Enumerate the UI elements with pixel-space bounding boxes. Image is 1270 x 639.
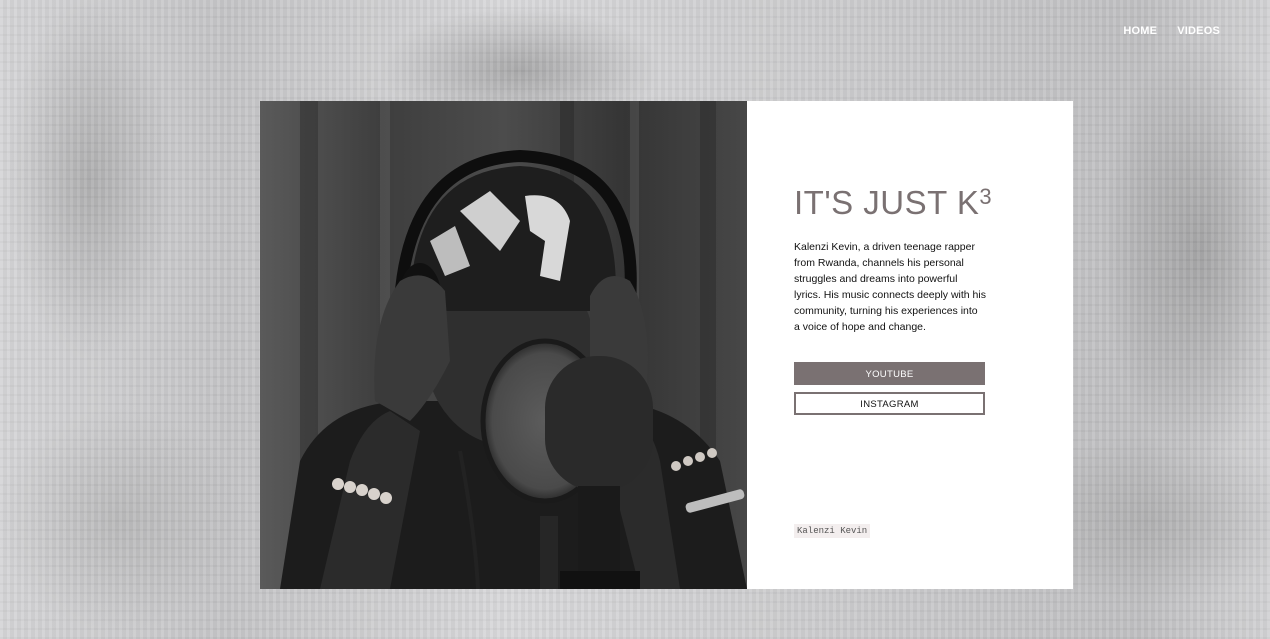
artist-credit-tag: Kalenzi Kevin [794,524,871,538]
page-title-text: IT'S JUST K [794,184,980,221]
artist-photo [260,101,747,589]
page-title-superscript: 3 [979,184,993,209]
nav-videos-link[interactable]: VIDEOS [1177,25,1220,37]
youtube-button[interactable]: YOUTUBE [794,362,985,385]
instagram-button[interactable]: INSTAGRAM [794,392,985,415]
page-title: IT'S JUST K3 [794,181,1073,225]
artist-bio: Kalenzi Kevin, a driven teenage rapper f… [794,241,986,333]
top-nav: HOME VIDEOS [1123,25,1220,37]
nav-home-link[interactable]: HOME [1123,25,1157,37]
hero-card: IT'S JUST K3 Kalenzi Kevin, a driven tee… [260,101,1073,589]
artist-photo-illustration [260,101,747,589]
hero-content: IT'S JUST K3 Kalenzi Kevin, a driven tee… [747,101,1073,589]
